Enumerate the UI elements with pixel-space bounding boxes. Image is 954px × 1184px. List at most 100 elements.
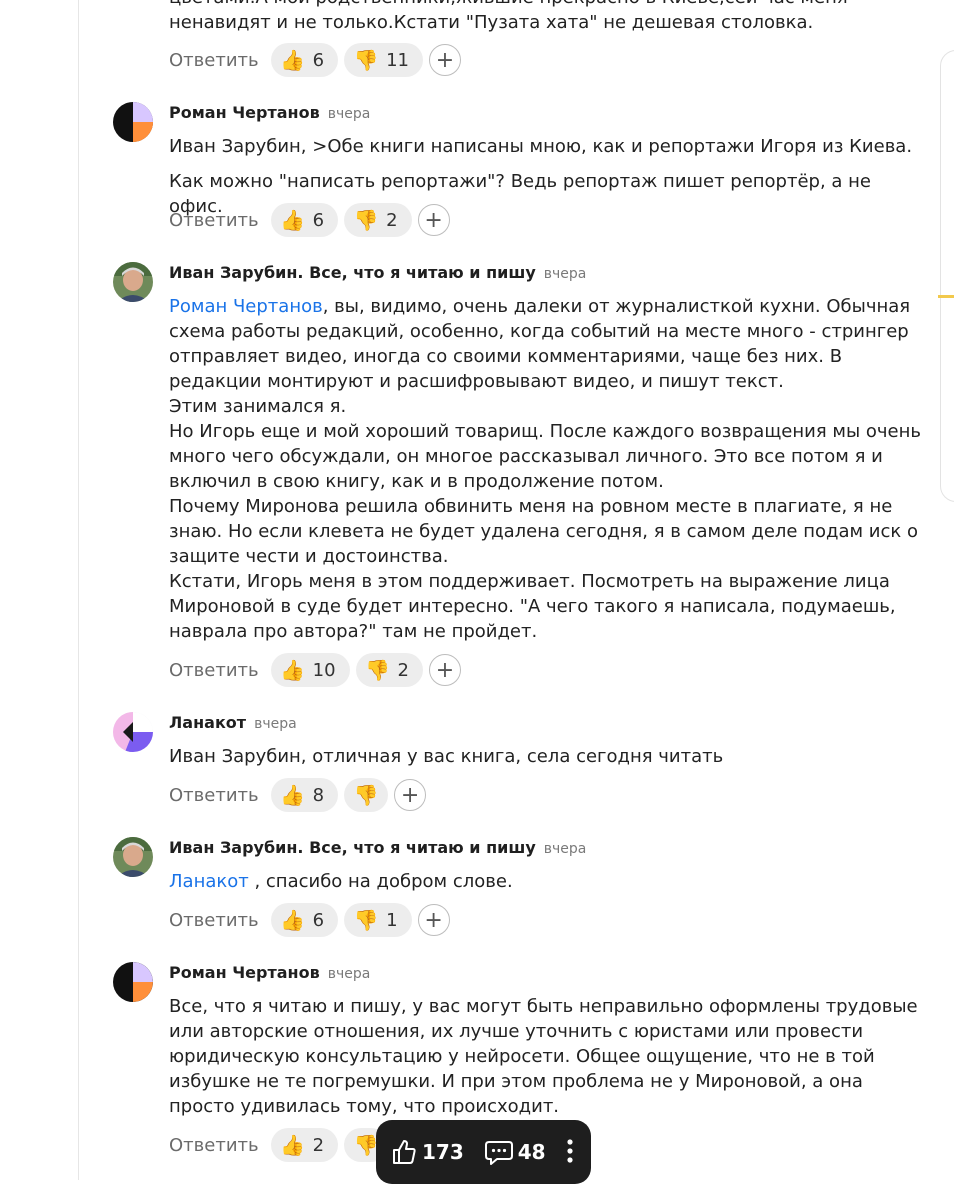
add-reaction-button[interactable]: +: [417, 904, 450, 936]
plus-icon: +: [424, 907, 443, 933]
avatar-image: [113, 837, 153, 877]
dislike-count: 1: [386, 909, 398, 931]
vertical-ellipsis-icon: [566, 1139, 573, 1163]
comment-time: вчера: [327, 966, 371, 982]
comment-text: Иван Зарубин, >Обе книги написаны мною, …: [169, 136, 913, 157]
dislike-button[interactable]: 👎 2: [344, 203, 412, 237]
plus-icon: +: [424, 207, 443, 233]
thumbs-down-icon: 👎: [353, 48, 379, 72]
article-like-button[interactable]: 173: [390, 1138, 464, 1166]
avatar[interactable]: [113, 262, 153, 302]
dislike-button[interactable]: 👎 2: [355, 653, 423, 687]
comment-header: Иван Зарубин. Все, что я читаю и пишу вче…: [169, 838, 586, 859]
add-reaction-button[interactable]: +: [428, 44, 461, 76]
reply-button[interactable]: Ответить: [169, 660, 259, 681]
add-reaction-button[interactable]: +: [417, 204, 450, 236]
comment-text: Все, что я читаю и пишу, у вас могут быт…: [169, 996, 918, 1117]
dislike-button[interactable]: 👎 1: [344, 903, 412, 937]
thumbs-up-icon: 👍: [280, 908, 306, 932]
article-like-count: 173: [422, 1140, 464, 1164]
author-name[interactable]: Иван Зарубин. Все, что я читаю и пишу: [169, 263, 536, 282]
comment-actions: Ответить 👍 6 👎 1 +: [169, 902, 450, 938]
avatar[interactable]: [113, 102, 153, 142]
thumbs-up-icon: 👍: [280, 208, 306, 232]
dislike-count: 2: [386, 209, 398, 231]
comment-actions: Ответить 👍 2 👎: [169, 1127, 394, 1163]
comment-header: Роман Чертанов вчера: [169, 963, 370, 984]
reply-button[interactable]: Ответить: [169, 910, 259, 931]
plus-icon: +: [400, 782, 420, 808]
plus-icon: +: [435, 657, 455, 683]
comment-text: Иван Зарубин, отличная у вас книга, села…: [169, 746, 724, 767]
thumbs-up-icon: 👍: [280, 783, 306, 807]
author-name[interactable]: Иван Зарубин. Все, что я читаю и пишу: [169, 838, 536, 857]
floating-action-bar: 173 48: [376, 1120, 591, 1184]
comment-text: Ланакот , спасибо на добром слове.: [169, 871, 513, 892]
dislike-count: 2: [397, 659, 409, 681]
thumbs-down-icon: 👎: [353, 908, 379, 932]
mention-link[interactable]: Ланакот: [169, 871, 249, 892]
comment-time: вчера: [543, 266, 587, 282]
thread-line: [78, 0, 79, 1180]
avatar-image: [113, 712, 153, 752]
reply-button[interactable]: Ответить: [169, 785, 259, 806]
plus-icon: +: [435, 47, 455, 73]
side-panel-accent: [938, 295, 954, 298]
dislike-button[interactable]: 👎: [344, 778, 389, 812]
author-name[interactable]: Роман Чертанов: [169, 963, 320, 982]
avatar[interactable]: [113, 712, 153, 752]
like-button[interactable]: 👍 6: [270, 43, 339, 77]
comment-time: вчера: [327, 106, 371, 122]
comment-header: Иван Зарубин. Все, что я читаю и пишу вче…: [169, 263, 586, 284]
like-button[interactable]: 👍 10: [270, 653, 350, 687]
comments-count: 48: [517, 1140, 546, 1164]
comment-header: Роман Чертанов вчера: [169, 103, 370, 124]
comment-actions: Ответить 👍 6 👎 11 +: [169, 42, 461, 78]
side-panel: [940, 50, 954, 502]
author-name[interactable]: Ланакот: [169, 713, 246, 732]
comment-actions: Ответить 👍 10 👎 2 +: [169, 652, 461, 688]
add-reaction-button[interactable]: +: [428, 654, 461, 686]
like-button[interactable]: 👍 6: [270, 903, 339, 937]
reply-button[interactable]: Ответить: [169, 1135, 259, 1156]
thumbs-down-icon: 👎: [365, 658, 390, 682]
thumbs-up-icon: 👍: [280, 658, 306, 682]
comment-text: Роман Чертанов, вы, видимо, очень далеки…: [169, 296, 921, 642]
comment-bubble-icon: [484, 1141, 513, 1165]
reply-button[interactable]: Ответить: [169, 50, 259, 71]
reply-button[interactable]: Ответить: [169, 210, 259, 231]
comment-actions: Ответить 👍 8 👎 +: [169, 777, 427, 813]
thumbs-down-icon: 👎: [353, 1133, 379, 1157]
avatar[interactable]: [113, 837, 153, 877]
comment-header: Ланакот вчера: [169, 713, 297, 734]
thumbs-down-icon: 👎: [353, 208, 379, 232]
like-count: 6: [312, 209, 325, 231]
avatar-image: [113, 262, 153, 302]
mention-link[interactable]: Роман Чертанов: [169, 296, 323, 317]
comment-actions: Ответить 👍 6 👎 2 +: [169, 202, 450, 238]
thumbs-up-icon: [393, 1140, 416, 1164]
avatar-image: [113, 962, 153, 1002]
like-count: 10: [312, 659, 336, 681]
dislike-count: 11: [386, 49, 409, 71]
comment-text: цветами.А мои родственники,жившие прекра…: [169, 0, 848, 33]
author-name[interactable]: Роман Чертанов: [169, 103, 320, 122]
like-button[interactable]: 👍 6: [270, 203, 339, 237]
comments-button[interactable]: 48: [484, 1138, 546, 1166]
like-count: 8: [312, 784, 325, 806]
comment-time: вчера: [254, 716, 297, 732]
avatar[interactable]: [113, 962, 153, 1002]
dislike-button[interactable]: 👎 11: [344, 43, 423, 77]
like-count: 2: [312, 1134, 325, 1156]
more-options-button[interactable]: [566, 1138, 574, 1166]
avatar-image: [113, 102, 153, 142]
like-button[interactable]: 👍 2: [270, 1128, 339, 1162]
comment-time: вчера: [543, 841, 587, 857]
thumbs-up-icon: 👍: [280, 1133, 306, 1157]
add-reaction-button[interactable]: +: [394, 779, 427, 811]
like-count: 6: [312, 49, 325, 71]
thumbs-up-icon: 👍: [280, 48, 306, 72]
like-count: 6: [312, 909, 325, 931]
thumbs-down-icon: 👎: [353, 783, 379, 807]
like-button[interactable]: 👍 8: [270, 778, 339, 812]
